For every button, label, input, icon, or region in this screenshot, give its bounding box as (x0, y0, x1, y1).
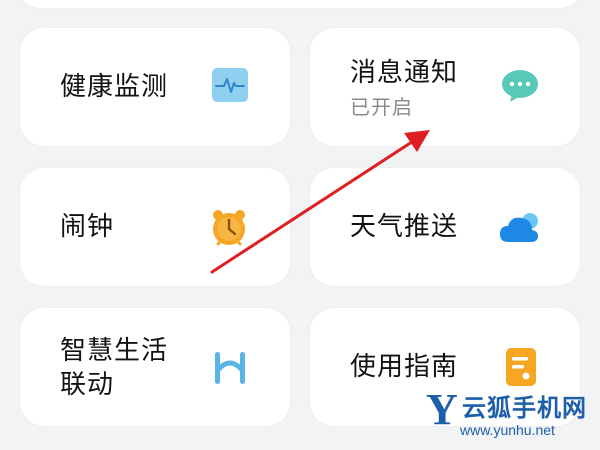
top-card-partial[interactable] (20, 0, 580, 8)
weather-cloud-icon (500, 213, 538, 242)
watermark-site-name: 云狐手机网 (462, 394, 587, 422)
card-title: 使用指南 (350, 352, 459, 382)
heart-rate-icon (212, 68, 248, 102)
card-title: 天气推送 (350, 212, 459, 242)
card-alarm[interactable]: 闹钟 (20, 168, 290, 286)
chat-bubble-icon (502, 70, 538, 102)
smart-link-icon (215, 352, 245, 384)
card-title: 闹钟 (60, 212, 115, 242)
watermark-url: www.yunhu.net (460, 422, 555, 438)
alarm-clock-icon (213, 210, 245, 246)
watermark-logo-letter: Y (426, 385, 458, 434)
card-title-line-1: 智慧生活 (60, 336, 169, 366)
status-text: 已开启 (350, 95, 413, 119)
card-title: 健康监测 (60, 72, 169, 102)
card-title-line-2: 联动 (60, 370, 115, 400)
card-health-monitoring[interactable]: 健康监测 (20, 28, 290, 146)
watermark: Y 云狐手机网 www.yunhu.net (420, 388, 600, 450)
card-weather-push[interactable]: 天气推送 (310, 168, 580, 286)
card-title: 消息通知 (350, 58, 459, 88)
card-notifications[interactable]: 消息通知 已开启 (310, 28, 580, 146)
card-smart-life-link[interactable]: 智慧生活 联动 (20, 308, 290, 426)
guide-document-icon (506, 348, 536, 386)
